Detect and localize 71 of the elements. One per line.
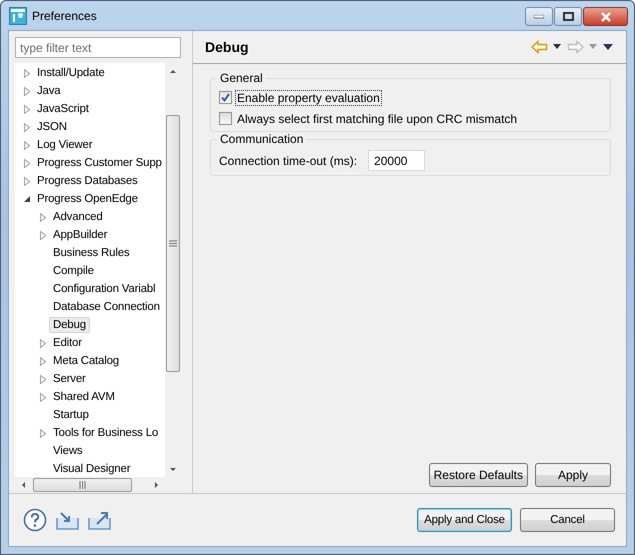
apply-button[interactable]: Apply — [535, 463, 611, 487]
timeout-field[interactable]: 20000 — [368, 150, 426, 171]
tree-item[interactable]: Install/Update — [33, 65, 109, 81]
tree-item[interactable]: Log Viewer — [33, 137, 96, 153]
tree-item[interactable]: Shared AVM — [49, 389, 119, 405]
collapsed-arrow-icon[interactable] — [23, 158, 31, 168]
collapsed-arrow-icon[interactable] — [23, 176, 31, 186]
filter-field[interactable]: type filter text — [15, 37, 181, 58]
checkbox[interactable] — [219, 112, 232, 125]
apply-and-close-button[interactable]: Apply and Close — [417, 508, 512, 532]
tree-item[interactable]: Configuration Variabl — [49, 281, 160, 297]
tree-item[interactable]: Editor — [49, 335, 86, 351]
tree-item[interactable]: Visual Designer — [49, 461, 134, 477]
tree-item[interactable]: Compile — [49, 263, 98, 279]
collapsed-arrow-icon[interactable] — [39, 374, 47, 384]
menu-icon[interactable] — [603, 44, 614, 50]
checkbox[interactable] — [219, 91, 232, 104]
group-title: Communication — [217, 132, 306, 146]
tree-item[interactable]: Meta Catalog — [49, 353, 123, 369]
minimize-icon — [534, 14, 544, 18]
forward-arrow-icon[interactable] — [567, 40, 584, 54]
tree-item[interactable]: Startup — [49, 407, 93, 423]
tree-item[interactable]: Progress Customer Supp — [33, 155, 165, 171]
tree-item[interactable]: Progress OpenEdge — [33, 191, 142, 207]
cancel-button[interactable]: Cancel — [520, 508, 615, 532]
tree-item[interactable]: Database Connection — [49, 299, 164, 315]
collapsed-arrow-icon[interactable] — [39, 428, 47, 438]
collapsed-arrow-icon[interactable] — [23, 104, 31, 114]
maximize-icon — [562, 12, 574, 21]
checkbox-label[interactable]: Enable property evaluation — [235, 90, 382, 106]
tree-item[interactable]: Debug — [49, 317, 90, 333]
collapsed-arrow-icon[interactable] — [23, 122, 31, 132]
page-title: Debug — [205, 39, 249, 55]
app-icon — [9, 6, 27, 24]
grip-icon — [79, 481, 86, 489]
tree-item[interactable]: Java — [33, 83, 64, 99]
tree-item[interactable]: Advanced — [49, 209, 107, 225]
tree-item[interactable]: Tools for Business Lo — [49, 425, 162, 441]
collapsed-arrow-icon[interactable] — [39, 392, 47, 402]
export-icon[interactable] — [88, 510, 111, 530]
maximize-button[interactable] — [554, 7, 582, 26]
group-title: General — [217, 71, 266, 85]
scroll-thumb[interactable] — [166, 115, 180, 372]
collapsed-arrow-icon[interactable] — [23, 140, 31, 150]
close-icon — [600, 12, 612, 22]
import-icon[interactable] — [56, 510, 79, 530]
tree-item[interactable]: Progress Databases — [33, 173, 142, 189]
field-label: Connection time-out (ms): — [219, 154, 358, 168]
tree-item[interactable]: Views — [49, 443, 86, 459]
collapsed-arrow-icon[interactable] — [39, 212, 47, 222]
checkbox-label[interactable]: Always select first matching file upon CRC mismatch — [235, 110, 520, 126]
close-button[interactable] — [583, 7, 628, 26]
collapsed-arrow-icon[interactable] — [39, 230, 47, 240]
dropdown-icon[interactable] — [553, 44, 562, 50]
minimize-button[interactable] — [525, 7, 553, 26]
tree-item[interactable]: JSON — [33, 119, 71, 135]
collapsed-arrow-icon[interactable] — [39, 356, 47, 366]
tree-item[interactable]: JavaScript — [33, 101, 93, 117]
collapsed-arrow-icon[interactable] — [23, 86, 31, 96]
window-title: Preferences — [32, 8, 97, 22]
scroll-thumb[interactable] — [33, 478, 132, 492]
expanded-arrow-icon[interactable] — [23, 194, 31, 204]
collapsed-arrow-icon[interactable] — [39, 338, 47, 348]
grip-icon — [169, 240, 177, 247]
restore-defaults-button[interactable]: Restore Defaults — [428, 463, 528, 487]
collapsed-arrow-icon[interactable] — [23, 68, 31, 78]
tree-item[interactable]: Business Rules — [49, 245, 134, 261]
tree-item[interactable]: Server — [49, 371, 90, 387]
tree-item[interactable]: AppBuilder — [49, 227, 112, 243]
help-icon[interactable] — [23, 508, 47, 532]
back-arrow-icon[interactable] — [531, 40, 548, 54]
